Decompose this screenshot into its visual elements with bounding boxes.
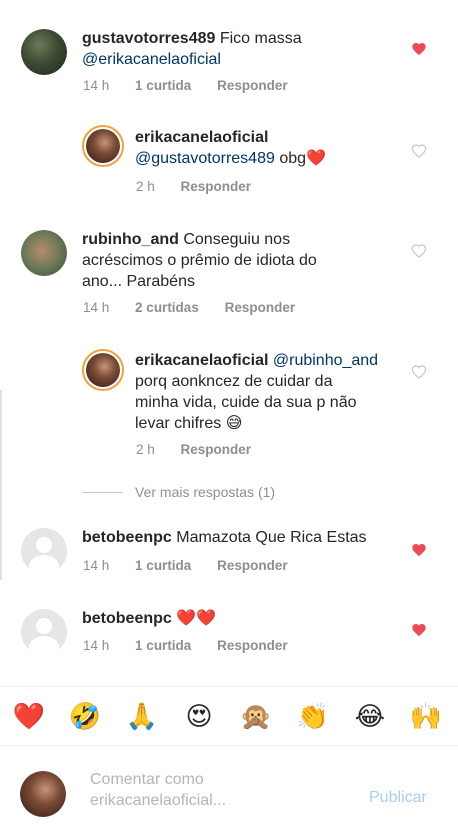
emoji-quick-bar: ❤️ 🤣 🙏 😍 🙊 👏 😂 🙌 [0, 686, 458, 746]
comment-username[interactable]: betobeenpc [82, 610, 172, 627]
emoji-clap[interactable]: 👏 [296, 701, 330, 731]
reply-button[interactable]: Responder [181, 179, 252, 194]
emoji-speak-no-evil[interactable]: 🙊 [239, 701, 273, 731]
comment-input-placeholder: erikacanelaoficial... [90, 792, 227, 809]
comment-username[interactable]: erikacanelaoficial [135, 352, 268, 369]
comment-text: Mamazota Que Rica Estas [171, 529, 367, 546]
comment-username[interactable]: rubinho_and [82, 231, 179, 248]
reply-button[interactable]: Responder [217, 558, 288, 573]
comment-time: 14 h [83, 78, 110, 93]
view-more-replies-label[interactable]: Ver mais respostas (1) [135, 484, 275, 500]
comment-likes[interactable]: 1 curtida [135, 638, 191, 653]
comment-username[interactable]: erikacanelaoficial [135, 129, 268, 146]
comment-text: levar chifres 😅 [135, 415, 243, 432]
comment-mention[interactable]: @rubinho_and [268, 352, 378, 369]
divider [82, 492, 122, 493]
comment-text: ano... Parabéns [82, 273, 195, 290]
reply-button[interactable]: Responder [217, 78, 288, 93]
emoji-raised-hands[interactable]: 🙌 [409, 701, 443, 731]
emoji-heart-eyes[interactable]: 😍 [182, 701, 216, 731]
comment-text: minha vida, cuide da sua p não [135, 394, 357, 411]
heart-filled-icon[interactable] [411, 542, 427, 558]
heart-outline-icon[interactable] [411, 364, 427, 380]
comment-input[interactable]: Comentar como erikacanelaoficial... [90, 769, 350, 811]
comment-time: 2 h [136, 179, 155, 194]
comment-composer: Comentar como erikacanelaoficial... Publ… [0, 747, 458, 827]
comment-text: acréscimos o prêmio de idiota do [82, 252, 317, 269]
comment-text: obg❤️ [274, 150, 326, 167]
comment-likes[interactable]: 1 curtida [135, 78, 191, 93]
comment-text: ❤️❤️ [171, 610, 217, 627]
comment-mention[interactable]: @gustavotorres489 [135, 150, 275, 167]
heart-filled-icon[interactable] [411, 622, 427, 638]
comment-likes[interactable]: 1 curtida [135, 558, 191, 573]
emoji-pray[interactable]: 🙏 [125, 701, 159, 731]
comment-likes[interactable]: 2 curtidas [135, 300, 199, 315]
avatar[interactable] [82, 349, 124, 391]
comment-time: 14 h [83, 638, 110, 653]
comment-time: 14 h [83, 300, 110, 315]
avatar[interactable] [21, 609, 67, 655]
avatar [20, 771, 66, 817]
comment-text: Conseguiu nos [178, 231, 291, 248]
comment-time: 2 h [136, 442, 155, 457]
reply-button[interactable]: Responder [225, 300, 296, 315]
emoji-rofl[interactable]: 🤣 [68, 701, 102, 731]
comment: betobeenpc ❤️❤️ 14 h 1 curtida Responder [0, 0, 458, 655]
reply-button[interactable]: Responder [217, 638, 288, 653]
scroll-edge [0, 390, 2, 580]
comment-mention[interactable]: @erikacanelaoficial [82, 51, 221, 68]
publish-button[interactable]: Publicar [369, 789, 427, 807]
reply-button[interactable]: Responder [181, 442, 252, 457]
emoji-joy[interactable]: 😂 [353, 701, 387, 731]
avatar[interactable] [21, 528, 67, 574]
heart-outline-icon[interactable] [411, 243, 427, 259]
heart-outline-icon[interactable] [411, 143, 427, 159]
comment-text: porq aonkncez de cuidar da [135, 373, 333, 390]
avatar[interactable] [21, 230, 67, 276]
comment-time: 14 h [83, 558, 110, 573]
avatar[interactable] [82, 125, 124, 167]
comment-input-placeholder: Comentar como [90, 771, 204, 788]
comment-username[interactable]: betobeenpc [82, 529, 172, 546]
emoji-heart[interactable]: ❤️ [12, 701, 46, 731]
